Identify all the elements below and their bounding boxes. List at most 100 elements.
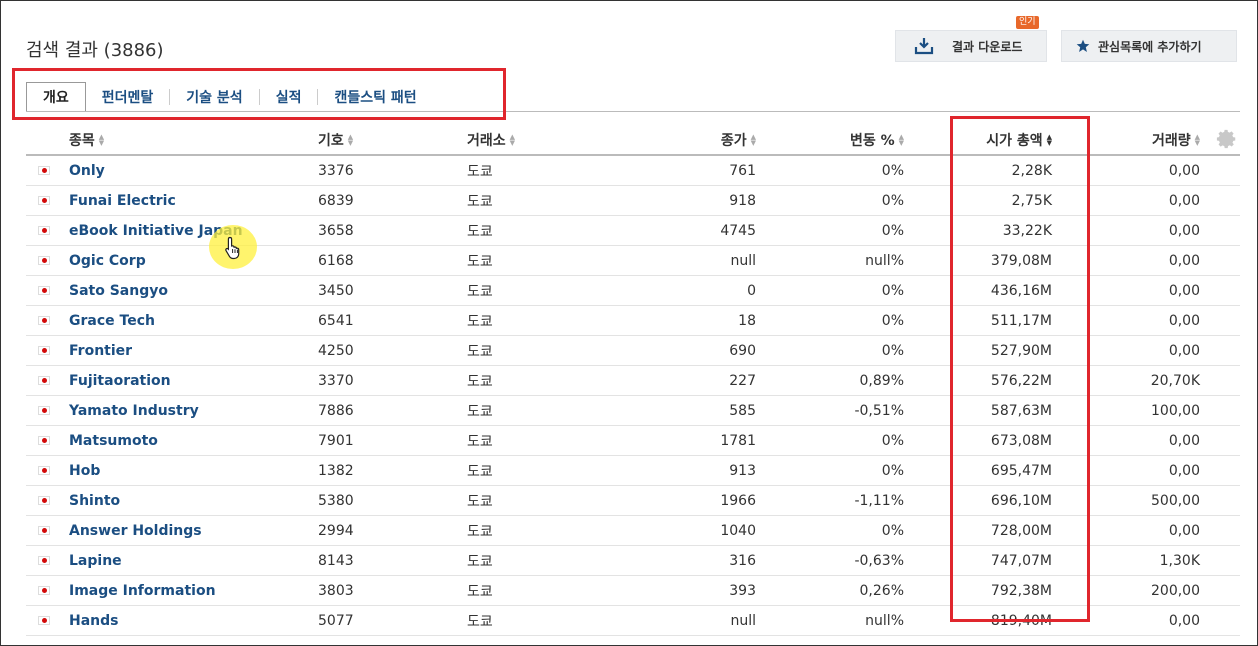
row-exchange: 도쿄 xyxy=(467,403,493,420)
flag-cell xyxy=(38,396,52,425)
row-name-link[interactable]: Image Information xyxy=(69,583,216,599)
header-change[interactable]: 변동 % ▲ ▼ xyxy=(766,126,904,154)
row-change: 0% xyxy=(881,162,904,179)
row-price-cell: 1966 xyxy=(616,486,756,515)
japan-flag-icon xyxy=(38,586,50,595)
page-title: 검색 결과 (3886) xyxy=(26,40,164,61)
row-change: 0% xyxy=(881,312,904,329)
download-results-label: 결과 다운로드 xyxy=(952,39,1023,54)
header-name[interactable]: 종목 ▲ ▼ xyxy=(69,126,309,154)
sort-arrows-icon: ▲ ▼ xyxy=(98,133,105,147)
row-name-link[interactable]: Sato Sangyo xyxy=(69,283,168,299)
row-symbol: 3450 xyxy=(318,282,354,299)
row-price: null xyxy=(730,612,756,629)
row-symbol: 8143 xyxy=(318,552,354,569)
row-exchange-cell: 도쿄 xyxy=(467,186,587,215)
row-volume: 1,30K xyxy=(1159,552,1200,569)
row-exchange-cell: 도쿄 xyxy=(467,576,587,605)
row-volume: 0,00 xyxy=(1168,282,1200,299)
row-exchange: 도쿄 xyxy=(467,493,493,510)
row-name-link[interactable]: Ogic Corp xyxy=(69,253,146,269)
header-symbol[interactable]: 기호 ▲ ▼ xyxy=(318,126,438,154)
row-price-cell: null xyxy=(616,606,756,635)
row-symbol-cell: 2994 xyxy=(318,516,438,545)
row-exchange-cell: 도쿄 xyxy=(467,276,587,305)
row-symbol: 3376 xyxy=(318,162,354,179)
sort-arrows-icon: ▲ ▼ xyxy=(347,133,354,147)
row-symbol: 5077 xyxy=(318,612,354,629)
row-price: 0 xyxy=(747,282,756,299)
flag-cell xyxy=(38,156,52,185)
row-symbol: 3658 xyxy=(318,222,354,239)
row-change-cell: null% xyxy=(766,606,904,635)
row-name-cell: Image Information xyxy=(69,576,309,605)
gear-icon[interactable] xyxy=(1216,128,1238,150)
header-exchange[interactable]: 거래소 ▲ ▼ xyxy=(467,126,587,154)
row-symbol-cell: 6839 xyxy=(318,186,438,215)
flag-cell xyxy=(38,516,52,545)
row-change-cell: -0,51% xyxy=(766,396,904,425)
row-change: 0% xyxy=(881,522,904,539)
row-exchange-cell: 도쿄 xyxy=(467,366,587,395)
row-price: null xyxy=(730,252,756,269)
row-name-cell: Only xyxy=(69,156,309,185)
row-change: -0,63% xyxy=(854,552,904,569)
row-change-cell: 0,89% xyxy=(766,366,904,395)
row-exchange: 도쿄 xyxy=(467,613,493,630)
row-name-cell: Sato Sangyo xyxy=(69,276,309,305)
row-exchange-cell: 도쿄 xyxy=(467,246,587,275)
row-change: -0,51% xyxy=(854,402,904,419)
row-volume: 20,70K xyxy=(1150,372,1200,389)
header-price[interactable]: 종가 ▲ ▼ xyxy=(616,126,756,154)
row-change-cell: 0% xyxy=(766,306,904,335)
row-symbol: 6168 xyxy=(318,252,354,269)
row-change: 0% xyxy=(881,192,904,209)
row-exchange-cell: 도쿄 xyxy=(467,606,587,635)
row-name-cell: Answer Holdings xyxy=(69,516,309,545)
row-price-cell: null xyxy=(616,246,756,275)
row-change-cell: 0% xyxy=(766,456,904,485)
flag-cell xyxy=(38,216,52,245)
row-name-cell: Hands xyxy=(69,606,309,635)
row-symbol-cell: 8143 xyxy=(318,546,438,575)
row-change-cell: -0,63% xyxy=(766,546,904,575)
row-name-cell: eBook Initiative Japan xyxy=(69,216,309,245)
row-volume: 0,00 xyxy=(1168,222,1200,239)
row-name-link[interactable]: Hands xyxy=(69,613,119,629)
row-price-cell: 393 xyxy=(616,576,756,605)
row-price-cell: 585 xyxy=(616,396,756,425)
add-to-watchlist-label: 관심목록에 추가하기 xyxy=(1098,39,1202,54)
row-exchange: 도쿄 xyxy=(467,523,493,540)
row-exchange: 도쿄 xyxy=(467,313,493,330)
japan-flag-icon xyxy=(38,286,50,295)
row-name-cell: Hob xyxy=(69,456,309,485)
row-name-cell: Fujitaoration xyxy=(69,366,309,395)
row-change: 0% xyxy=(881,432,904,449)
row-exchange-cell: 도쿄 xyxy=(467,486,587,515)
row-change: 0,26% xyxy=(859,582,904,599)
row-name-link[interactable]: Funai Electric xyxy=(69,193,176,209)
row-price-cell: 918 xyxy=(616,186,756,215)
row-exchange: 도쿄 xyxy=(467,463,493,480)
add-to-watchlist-button[interactable]: 관심목록에 추가하기 xyxy=(1061,30,1237,62)
row-volume: 0,00 xyxy=(1168,192,1200,209)
row-name-link[interactable]: Only xyxy=(69,163,105,179)
row-name-link[interactable]: Grace Tech xyxy=(69,313,155,329)
row-name-link[interactable]: Frontier xyxy=(69,343,132,359)
row-name-cell: Ogic Corp xyxy=(69,246,309,275)
download-results-button[interactable]: 결과 다운로드 xyxy=(895,30,1047,62)
japan-flag-icon xyxy=(38,256,50,265)
row-name-link[interactable]: Shinto xyxy=(69,493,120,509)
flag-cell xyxy=(38,276,52,305)
japan-flag-icon xyxy=(38,346,50,355)
row-exchange-cell: 도쿄 xyxy=(467,546,587,575)
row-name-link[interactable]: Matsumoto xyxy=(69,433,158,449)
row-name-link[interactable]: Hob xyxy=(69,463,100,479)
popular-badge: 인기 xyxy=(1016,16,1039,29)
row-name-link[interactable]: Lapine xyxy=(69,553,122,569)
row-name-link[interactable]: Yamato Industry xyxy=(69,403,199,419)
row-name-link[interactable]: Fujitaoration xyxy=(69,373,171,389)
row-name-link[interactable]: Answer Holdings xyxy=(69,523,202,539)
row-price-cell: 913 xyxy=(616,456,756,485)
row-change-cell: null% xyxy=(766,246,904,275)
